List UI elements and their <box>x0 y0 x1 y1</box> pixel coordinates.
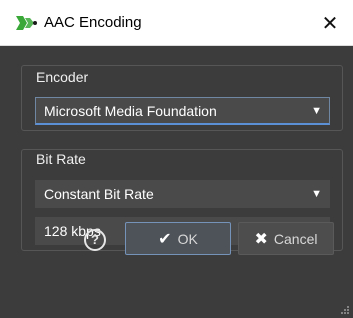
dialog-body: Encoder Microsoft Media Foundation ▼ Bit… <box>0 46 353 318</box>
close-button[interactable]: ✕ <box>307 0 353 46</box>
encoder-group-label: Encoder <box>36 69 89 85</box>
bitrate-mode-value: Constant Bit Rate <box>44 186 154 202</box>
x-icon: ✖ <box>254 230 268 248</box>
help-button[interactable]: ? <box>84 229 106 251</box>
encoder-select[interactable]: Microsoft Media Foundation ▼ <box>35 97 330 125</box>
bitrate-group-label: Bit Rate <box>36 151 86 167</box>
aac-encoding-dialog: AAC Encoding ✕ Encoder Microsoft Media F… <box>0 0 353 318</box>
cancel-button[interactable]: ✖ Cancel <box>238 222 334 255</box>
title-bar: AAC Encoding ✕ <box>0 0 353 46</box>
checkmark-icon: ✔ <box>158 230 172 248</box>
resize-grip-icon[interactable] <box>340 305 350 315</box>
help-icon: ? <box>91 232 99 247</box>
window-title: AAC Encoding <box>44 14 142 31</box>
ok-button[interactable]: ✔ OK <box>125 222 231 255</box>
ok-button-label: OK <box>177 230 198 247</box>
dropdown-arrow-icon: ▼ <box>311 105 322 117</box>
wavelab-logo-icon <box>16 16 37 30</box>
encoder-select-value: Microsoft Media Foundation <box>44 103 217 119</box>
cancel-button-label: Cancel <box>273 230 318 247</box>
bitrate-mode-select[interactable]: Constant Bit Rate ▼ <box>35 180 330 208</box>
close-icon: ✕ <box>321 12 339 35</box>
dropdown-arrow-icon: ▼ <box>311 188 322 200</box>
